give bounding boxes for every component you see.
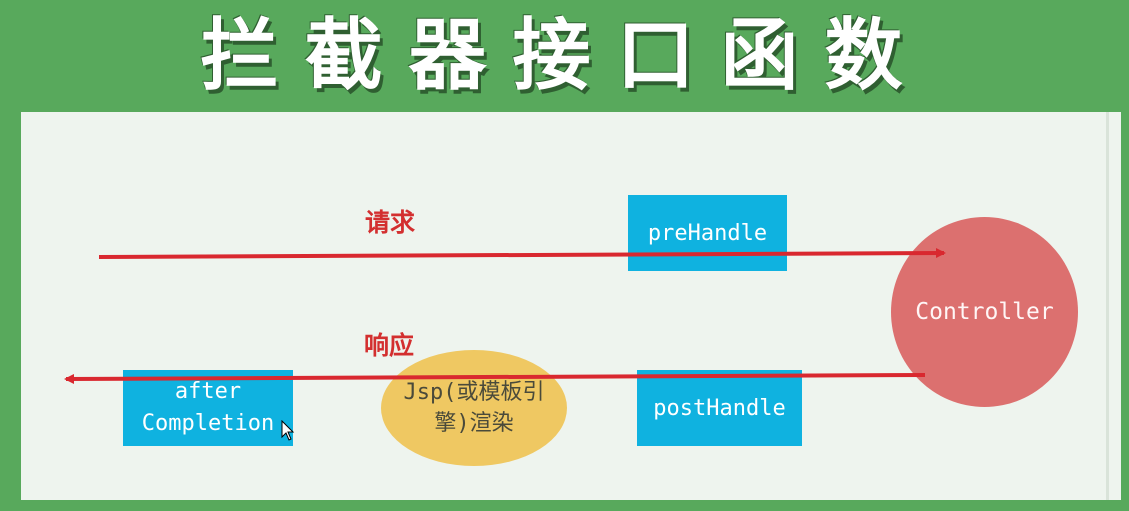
response-arrow [64,373,926,384]
flow-arrows [64,248,946,384]
request-label: 请求 [365,208,416,237]
response-label: 响应 [364,331,415,360]
mouse-cursor-icon [281,420,295,441]
request-arrow [98,248,946,259]
